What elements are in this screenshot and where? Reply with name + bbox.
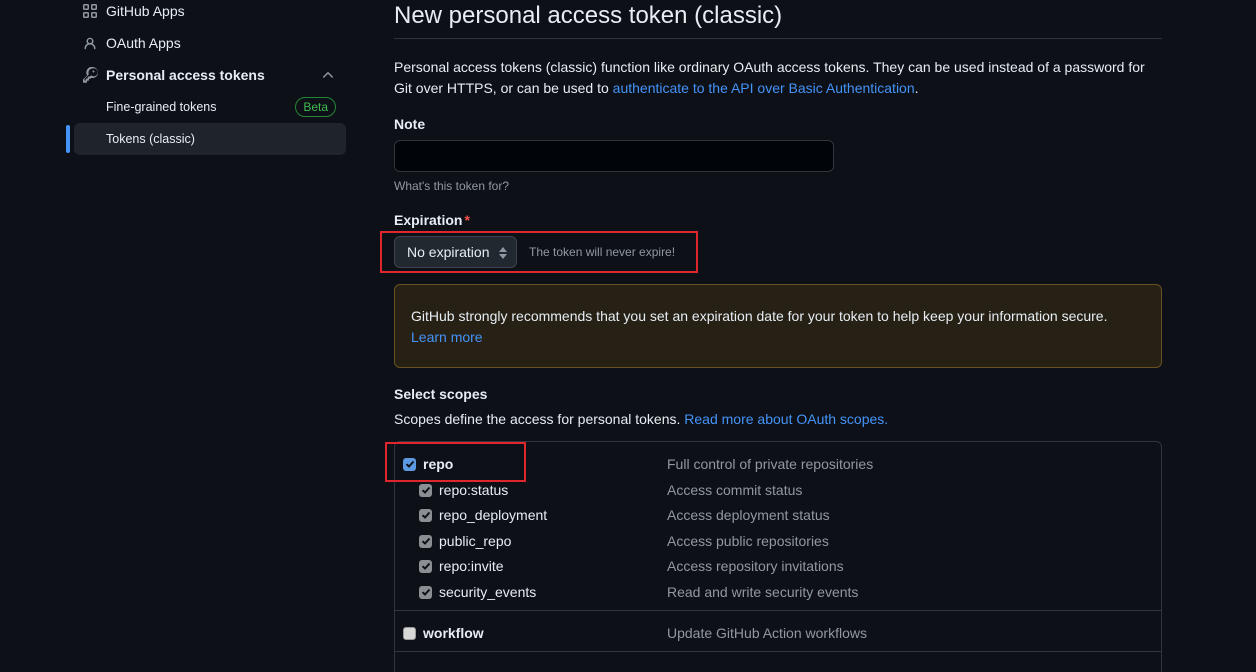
scope-name: public_repo — [439, 533, 512, 549]
scopes-title: Select scopes — [394, 386, 488, 402]
scope-description: Access public repositories — [667, 533, 829, 549]
scope-checkbox-repo-invite[interactable] — [419, 559, 432, 573]
scope-name: repo:status — [439, 482, 509, 498]
note-label: Note — [394, 116, 426, 132]
sidebar-item-label: Fine-grained tokens — [106, 100, 217, 114]
scope-divider — [395, 651, 1161, 652]
scope-row-public-repo[interactable]: public_repo Access public repositories — [395, 529, 1161, 553]
highlight-box-repo — [385, 442, 526, 482]
checkmark-icon — [421, 562, 430, 570]
scope-checkbox-public-repo[interactable] — [419, 534, 432, 548]
scope-name: workflow — [423, 625, 484, 641]
checkmark-icon — [421, 511, 430, 519]
sidebar-item-github-apps[interactable]: GitHub Apps — [74, 0, 346, 27]
scope-checkbox-workflow[interactable] — [403, 626, 416, 640]
learn-more-link[interactable]: Learn more — [411, 329, 483, 345]
oauth-scopes-link[interactable]: Read more about OAuth scopes. — [684, 411, 888, 427]
sidebar-item-personal-access-tokens[interactable]: Personal access tokens — [74, 59, 346, 91]
intro-end: . — [914, 80, 919, 96]
scope-name: repo:invite — [439, 558, 504, 574]
scope-checkbox-repo-deployment[interactable] — [419, 508, 432, 522]
note-hint: What's this token for? — [394, 179, 510, 193]
active-indicator — [66, 125, 70, 153]
scope-name: security_events — [439, 584, 537, 600]
title-divider — [394, 38, 1162, 39]
scope-row-repo-deployment[interactable]: repo_deployment Access deployment status — [395, 503, 1161, 527]
beta-badge: Beta — [295, 97, 336, 117]
scope-description: Access deployment status — [667, 507, 830, 523]
scope-name: repo_deployment — [439, 507, 548, 523]
sidebar-item-label: Personal access tokens — [106, 67, 265, 83]
expiration-warning: GitHub strongly recommends that you set … — [394, 284, 1162, 368]
scope-divider — [395, 610, 1161, 611]
basic-auth-link[interactable]: authenticate to the API over Basic Authe… — [613, 80, 915, 96]
note-input[interactable] — [394, 140, 834, 172]
scope-description: Access repository invitations — [667, 558, 844, 574]
expiration-label: Expiration * — [394, 212, 470, 228]
scope-row-repo-invite[interactable]: repo:invite Access repository invitation… — [395, 554, 1161, 578]
sidebar-item-label: OAuth Apps — [106, 35, 181, 51]
checkmark-icon — [421, 537, 430, 545]
scope-description: Read and write security events — [667, 584, 859, 600]
checkmark-icon — [421, 588, 430, 596]
warning-text: GitHub strongly recommends that you set … — [411, 308, 1108, 324]
sidebar-item-tokens-classic[interactable]: Tokens (classic) — [74, 123, 346, 155]
chevron-up-icon — [320, 67, 336, 86]
intro-text: Personal access tokens (classic) functio… — [394, 57, 1162, 99]
scope-description: Access commit status — [667, 482, 803, 498]
scope-checkbox-repo-status[interactable] — [419, 483, 432, 497]
scope-row-security-events[interactable]: security_events Read and write security … — [395, 580, 1161, 604]
page-title: New personal access token (classic) — [394, 2, 783, 29]
scope-description: Update GitHub Action workflows — [667, 625, 867, 641]
scope-checkbox-security-events[interactable] — [419, 585, 432, 599]
checkmark-icon — [421, 486, 430, 494]
highlight-box-expiration — [380, 231, 698, 273]
scope-row-workflow[interactable]: workflow Update GitHub Action workflows — [395, 621, 1161, 645]
sidebar-item-label: GitHub Apps — [106, 3, 185, 19]
apps-grid-icon — [82, 3, 98, 19]
sidebar-item-fine-grained-tokens[interactable]: Fine-grained tokens Beta — [74, 91, 346, 123]
sidebar-item-oauth-apps[interactable]: OAuth Apps — [74, 27, 346, 59]
scopes-desc-text: Scopes define the access for personal to… — [394, 411, 685, 427]
person-icon — [82, 35, 98, 51]
required-mark: * — [464, 212, 470, 228]
key-icon — [82, 67, 98, 83]
scopes-description: Scopes define the access for personal to… — [394, 411, 888, 427]
expiration-label-text: Expiration — [394, 212, 463, 228]
sidebar-item-label: Tokens (classic) — [106, 132, 195, 146]
scope-description: Full control of private repositories — [667, 456, 874, 472]
